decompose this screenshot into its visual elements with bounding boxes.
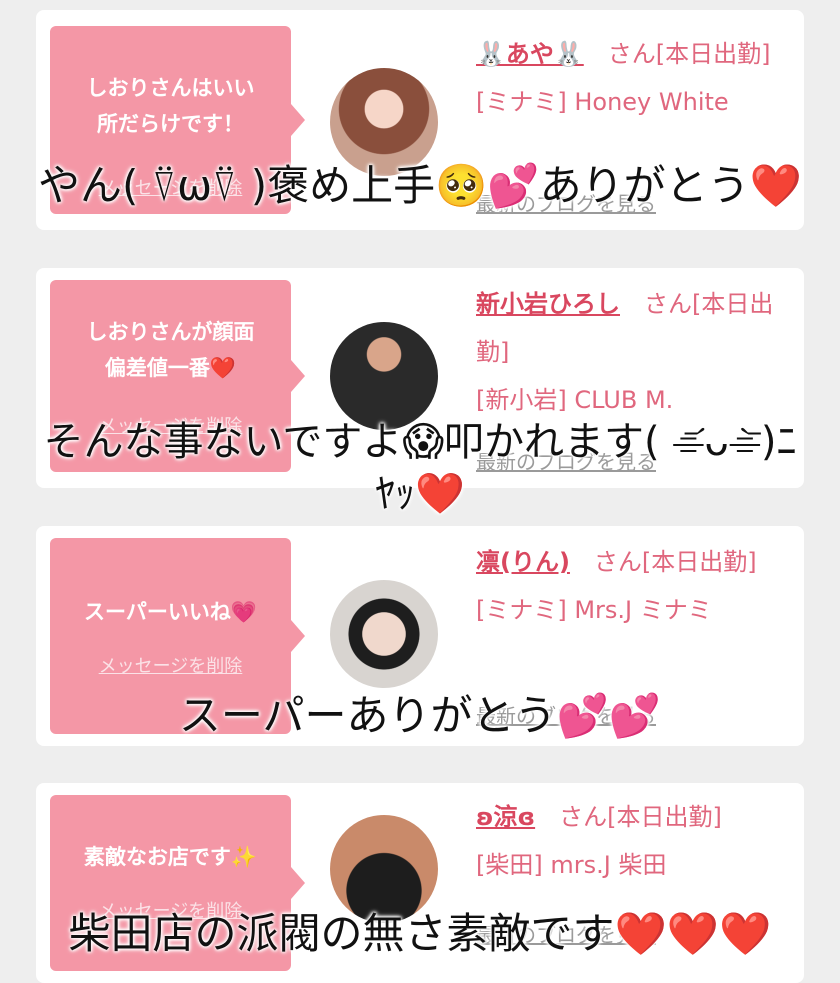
message-text: スーパーいいね💗 [84,600,257,624]
sender-name-link[interactable]: ʚ涼ɞ [476,803,535,831]
sender-name-link[interactable]: 凛(りん) [476,548,570,576]
sender-name-link[interactable]: 🐰あや🐰 [476,40,584,68]
sender-info: 凛(りん) さん[本日出勤] [ミナミ] Mrs.J ミナミ [476,538,796,634]
message-text: しおりさんが顔面 偏差値一番❤️ [86,320,255,380]
sender-status: さん[本日出勤] [583,40,771,68]
sender-shop: [ミナミ] Mrs.J ミナミ [476,596,712,624]
sender-status: さん[本日出勤] [535,803,722,831]
sender-info: 🐰あや🐰 さん[本日出勤] [ミナミ] Honey White [476,30,796,126]
overlay-caption: やん( ⍢ω⍢ )褒め上手🥺💕ありがとう❤️ [38,161,802,210]
sender-status: さん[本日出勤] [569,548,757,576]
overlay-caption: 柴田店の派閥の無さ素敵です❤️❤️❤️ [68,909,772,958]
sender-shop: [ミナミ] Honey White [476,88,729,116]
avatar[interactable] [330,580,438,688]
avatar[interactable] [330,815,438,923]
overlay-caption: スーパーありがとう💕💕 [178,691,662,740]
delete-message-link[interactable]: メッセージを削除 [50,652,291,678]
message-text: しおりさんはいい 所だらけです！ [86,76,255,136]
overlay-caption: そんな事ないですよ😱叩かれます( ⌯᷄ᴗ⌯᷅)ﾆ ﾔｯ❤️ [43,419,797,517]
message-text: 素敵なお店です✨ [83,845,258,869]
sender-shop: [新小岩] CLUB M. [476,386,674,414]
sender-info: 新小岩ひろし さん[本日出勤] [新小岩] CLUB M. [476,280,796,424]
avatar[interactable] [330,322,438,430]
sender-name-link[interactable]: 新小岩ひろし [476,290,620,318]
sender-shop: [柴田] mrs.J 柴田 [476,851,667,879]
sender-info: ʚ涼ɞ さん[本日出勤] [柴田] mrs.J 柴田 [476,793,796,889]
